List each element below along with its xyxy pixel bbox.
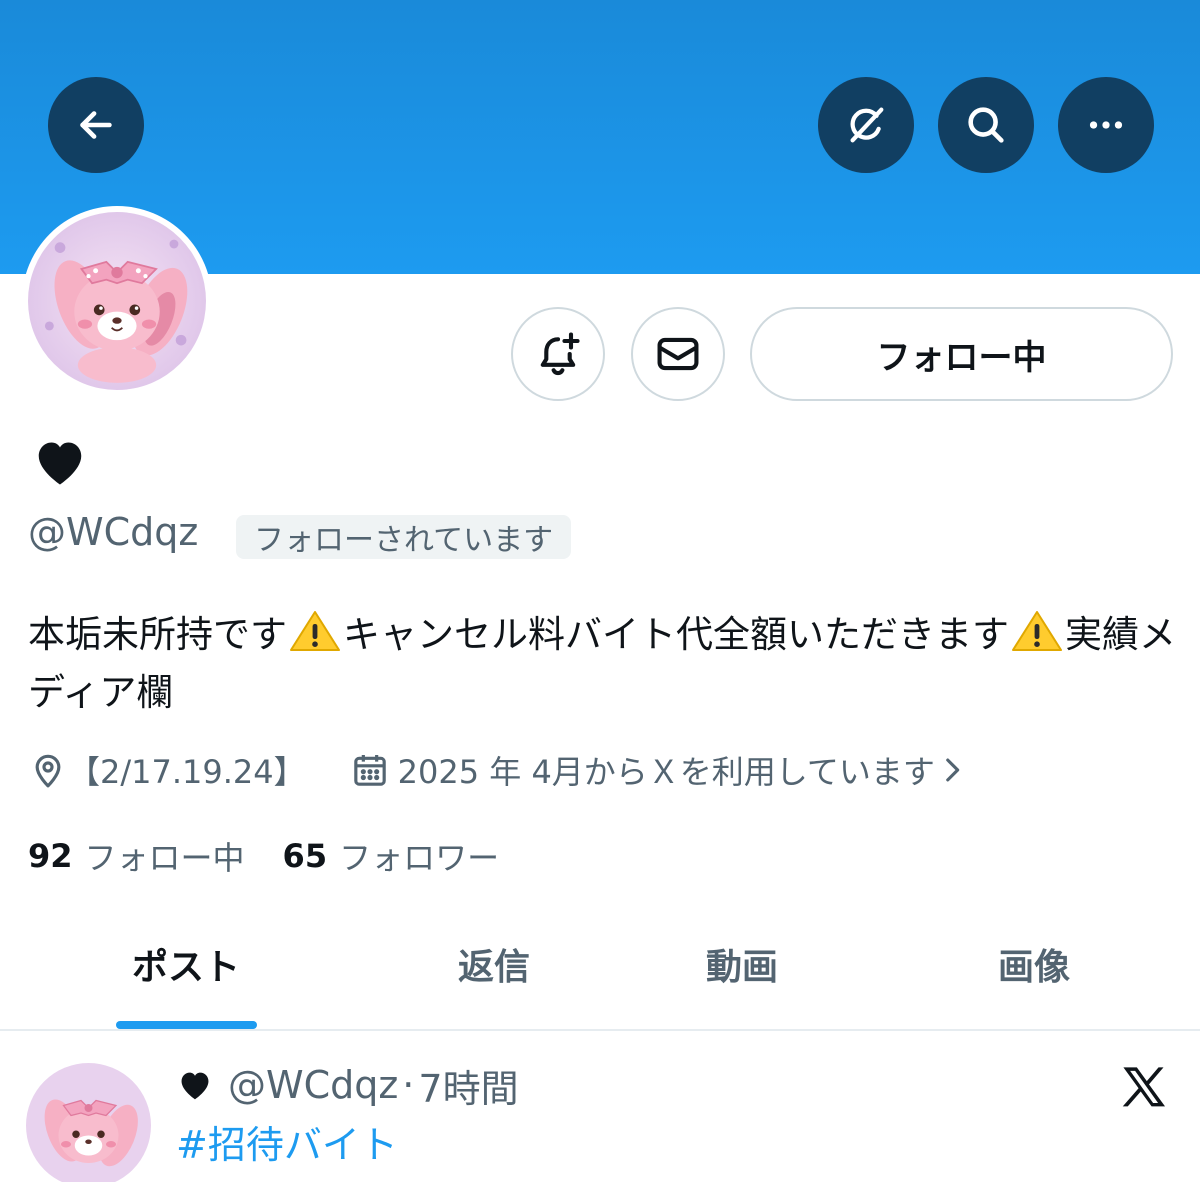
black-heart-icon bbox=[181, 1072, 209, 1100]
more-horizontal-icon bbox=[1089, 121, 1123, 129]
tab-videos[interactable]: 動画 bbox=[652, 938, 832, 992]
calendar-icon bbox=[353, 755, 386, 786]
bell-plus-icon bbox=[540, 332, 580, 376]
profile-location: 【2/17.19.24】 bbox=[68, 753, 306, 791]
profile-meta: 【2/17.19.24】 2025 年 4月からＸを利用しています bbox=[28, 746, 969, 794]
post-hashtag[interactable]: #招待バイト bbox=[176, 1114, 398, 1169]
profile-avatar-frame bbox=[22, 206, 212, 396]
tab-images[interactable]: 画像 bbox=[944, 938, 1124, 992]
profile-handle: @WCdqz bbox=[28, 510, 199, 554]
joined-date[interactable]: 2025 年 4月からＸを利用しています bbox=[398, 747, 935, 793]
post-time[interactable]: 7時間 bbox=[418, 1058, 518, 1113]
back-button[interactable] bbox=[48, 77, 144, 173]
follows-you-badge: フォローされています bbox=[236, 515, 572, 559]
active-tab-indicator bbox=[116, 1021, 257, 1029]
notifications-button[interactable] bbox=[511, 307, 605, 401]
tab-posts[interactable]: ポスト bbox=[96, 938, 276, 992]
grok-button[interactable] bbox=[818, 77, 914, 173]
chevron-right-icon[interactable] bbox=[935, 753, 969, 787]
bunny-avatar-image bbox=[26, 1063, 151, 1182]
followers-count[interactable]: 65 bbox=[283, 837, 328, 875]
profile-avatar[interactable] bbox=[28, 212, 206, 390]
grok-icon bbox=[850, 107, 884, 143]
bio-text-1: 本垢未所持です bbox=[28, 613, 287, 656]
following-button[interactable]: フォロー中 bbox=[750, 307, 1173, 401]
followers-label[interactable]: フォロワー bbox=[339, 833, 499, 879]
post-author-handle[interactable]: @WCdqz bbox=[228, 1063, 398, 1107]
more-button[interactable] bbox=[1058, 77, 1154, 173]
tabs-divider bbox=[0, 1029, 1200, 1031]
post-header: @WCdqz · 7時間 bbox=[176, 1058, 519, 1113]
x-logo-icon[interactable] bbox=[1118, 1062, 1170, 1114]
bio-text-2: キャンセル料バイト代全額いただきます bbox=[343, 613, 1009, 656]
search-icon bbox=[968, 107, 1004, 143]
following-count[interactable]: 92 bbox=[28, 837, 73, 875]
black-heart-icon bbox=[38, 442, 82, 485]
post-separator: · bbox=[402, 1063, 415, 1107]
envelope-icon bbox=[657, 337, 699, 371]
follow-counts: 92 フォロー中 65 フォロワー bbox=[28, 834, 499, 878]
warning-icon bbox=[1012, 611, 1062, 651]
warning-icon bbox=[290, 611, 340, 651]
following-label[interactable]: フォロー中 bbox=[85, 833, 245, 879]
tab-replies[interactable]: 返信 bbox=[404, 938, 584, 992]
profile-bio: 本垢未所持です キャンセル料バイト代全額いただきます 実績メディア欄 bbox=[28, 606, 1178, 722]
message-button[interactable] bbox=[631, 307, 725, 401]
search-button[interactable] bbox=[938, 77, 1034, 173]
arrow-left-icon bbox=[80, 111, 112, 139]
bunny-avatar-image bbox=[28, 212, 206, 390]
post-author-avatar[interactable] bbox=[26, 1063, 151, 1182]
location-pin-icon bbox=[35, 754, 61, 788]
